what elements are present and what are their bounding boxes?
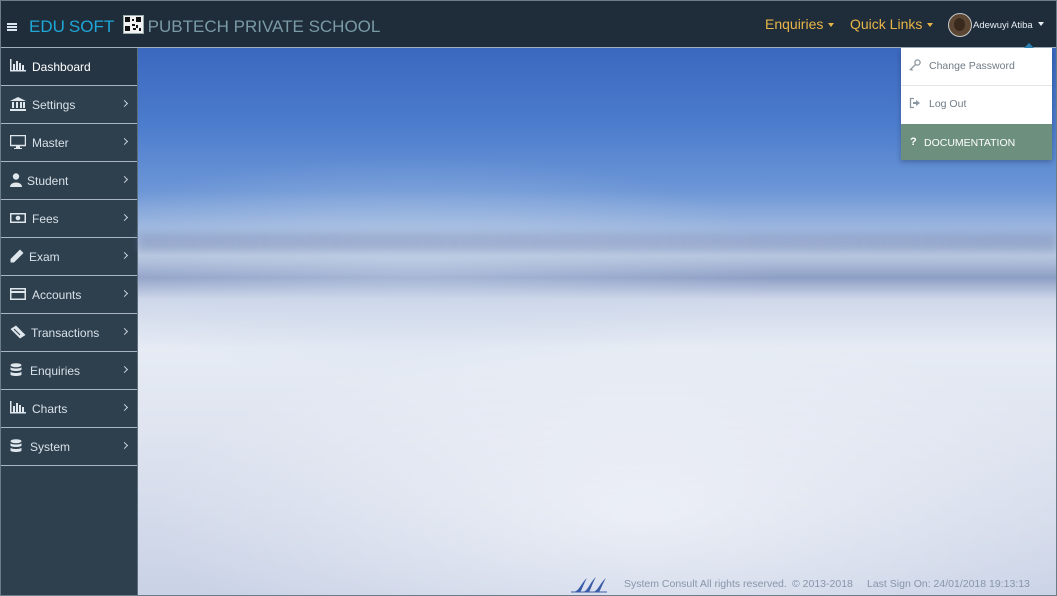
key-icon <box>909 59 921 71</box>
user-name-text: Adewuyi Atiba <box>973 20 1033 31</box>
chevron-right-icon <box>120 327 129 336</box>
sidebar-item-charts[interactable]: Charts <box>1 390 137 428</box>
sidebar-item-transactions[interactable]: Transactions <box>1 314 137 352</box>
chevron-right-icon <box>120 441 129 450</box>
menu-item-label: DOCUMENTATION <box>924 137 1016 149</box>
desktop-icon <box>9 134 27 149</box>
sign-out-icon <box>909 97 921 109</box>
school-name: PUBTECH PRIVATE SCHOOL <box>147 17 381 36</box>
sidebar-item-label: Dashboard <box>32 60 91 74</box>
sidebar-item-label: Fees <box>32 212 59 226</box>
footer: System Consult All rights reserved. © 20… <box>138 575 1056 595</box>
sidebar-item-label: Student <box>27 174 69 188</box>
sidebar-item-system[interactable]: System <box>1 428 137 466</box>
last-sign-on: Last Sign On: 24/01/2018 19:13:13 <box>867 578 1030 590</box>
credit-card-icon <box>10 287 26 301</box>
money-icon <box>10 211 26 225</box>
question-icon: ? <box>910 136 917 148</box>
system-consult-logo-icon <box>571 575 607 593</box>
caret-down-icon <box>927 23 934 27</box>
nav-enquiries-label: Enquiries <box>765 16 824 32</box>
chevron-right-icon <box>120 403 129 412</box>
app-window: EDU SOFT PUBTECH PRIVATE SCHOOL Enquiries… <box>0 0 1057 596</box>
qr-code-icon <box>122 15 144 34</box>
nav-enquiries[interactable]: Enquiries <box>765 16 835 32</box>
nav-quick-links[interactable]: Quick Links <box>850 16 934 32</box>
chevron-right-icon <box>120 137 129 146</box>
horizon-haze <box>138 233 1056 251</box>
chevron-right-icon <box>120 365 129 374</box>
bar-chart-icon <box>10 59 26 73</box>
sidebar-item-label: Settings <box>32 98 76 112</box>
chevron-right-icon <box>120 213 129 222</box>
caret-down-icon <box>828 23 835 27</box>
sidebar-item-accounts[interactable]: Accounts <box>1 276 137 314</box>
menu-item-log-out[interactable]: Log Out <box>901 86 1052 123</box>
footer-rights: System Consult All rights reserved. <box>624 578 787 590</box>
sidebar-item-label: Charts <box>32 402 68 416</box>
sidebar-item-master[interactable]: Master <box>1 124 137 162</box>
sidebar: Dashboard Settings Master Student Fees E… <box>1 48 138 595</box>
brand-soft: SOFT <box>68 17 114 36</box>
chevron-right-icon <box>120 99 129 108</box>
pencil-icon <box>10 249 26 263</box>
hamburger-menu-icon[interactable] <box>7 23 17 31</box>
sidebar-item-label: Master <box>32 136 69 150</box>
avatar <box>948 13 972 37</box>
sidebar-item-label: System <box>30 440 71 454</box>
sidebar-item-settings[interactable]: Settings <box>1 86 137 124</box>
user-name: Adewuyi Atiba <box>973 20 1044 31</box>
caret-down-icon <box>1037 22 1044 26</box>
user-icon <box>10 173 26 187</box>
menu-item-change-password[interactable]: Change Password <box>901 48 1052 85</box>
chevron-right-icon <box>120 175 129 184</box>
footer-copyright: © 2013-2018 <box>792 578 853 590</box>
brand[interactable]: EDU SOFT PUBTECH PRIVATE SCHOOL <box>29 15 380 37</box>
nav-quick-links-label: Quick Links <box>850 16 923 32</box>
menu-item-label: Change Password <box>929 60 1015 72</box>
bank-icon <box>10 97 26 111</box>
sidebar-item-fees[interactable]: Fees <box>1 200 137 238</box>
sidebar-item-enquiries[interactable]: Enquiries <box>1 352 137 390</box>
menu-item-documentation[interactable]: ? DOCUMENTATION <box>901 124 1052 160</box>
database-icon <box>10 439 26 453</box>
sidebar-item-student[interactable]: Student <box>1 162 137 200</box>
user-dropdown-menu: Change Password Log Out ? DOCUMENTATION <box>901 43 1052 160</box>
brand-edu: EDU <box>29 17 65 36</box>
sidebar-item-label: Transactions <box>31 326 100 340</box>
database-icon <box>10 363 26 377</box>
ticket-icon <box>10 325 26 339</box>
sidebar-item-dashboard[interactable]: Dashboard <box>1 48 137 86</box>
sidebar-item-label: Enquiries <box>30 364 81 378</box>
menu-item-label: Log Out <box>929 98 967 110</box>
top-bar: EDU SOFT PUBTECH PRIVATE SCHOOL Enquiries… <box>1 1 1056 48</box>
bar-chart-icon <box>10 401 26 415</box>
chevron-right-icon <box>120 251 129 260</box>
chevron-right-icon <box>120 289 129 298</box>
sidebar-item-exam[interactable]: Exam <box>1 238 137 276</box>
sidebar-item-label: Exam <box>29 250 60 264</box>
sidebar-item-label: Accounts <box>32 288 82 302</box>
